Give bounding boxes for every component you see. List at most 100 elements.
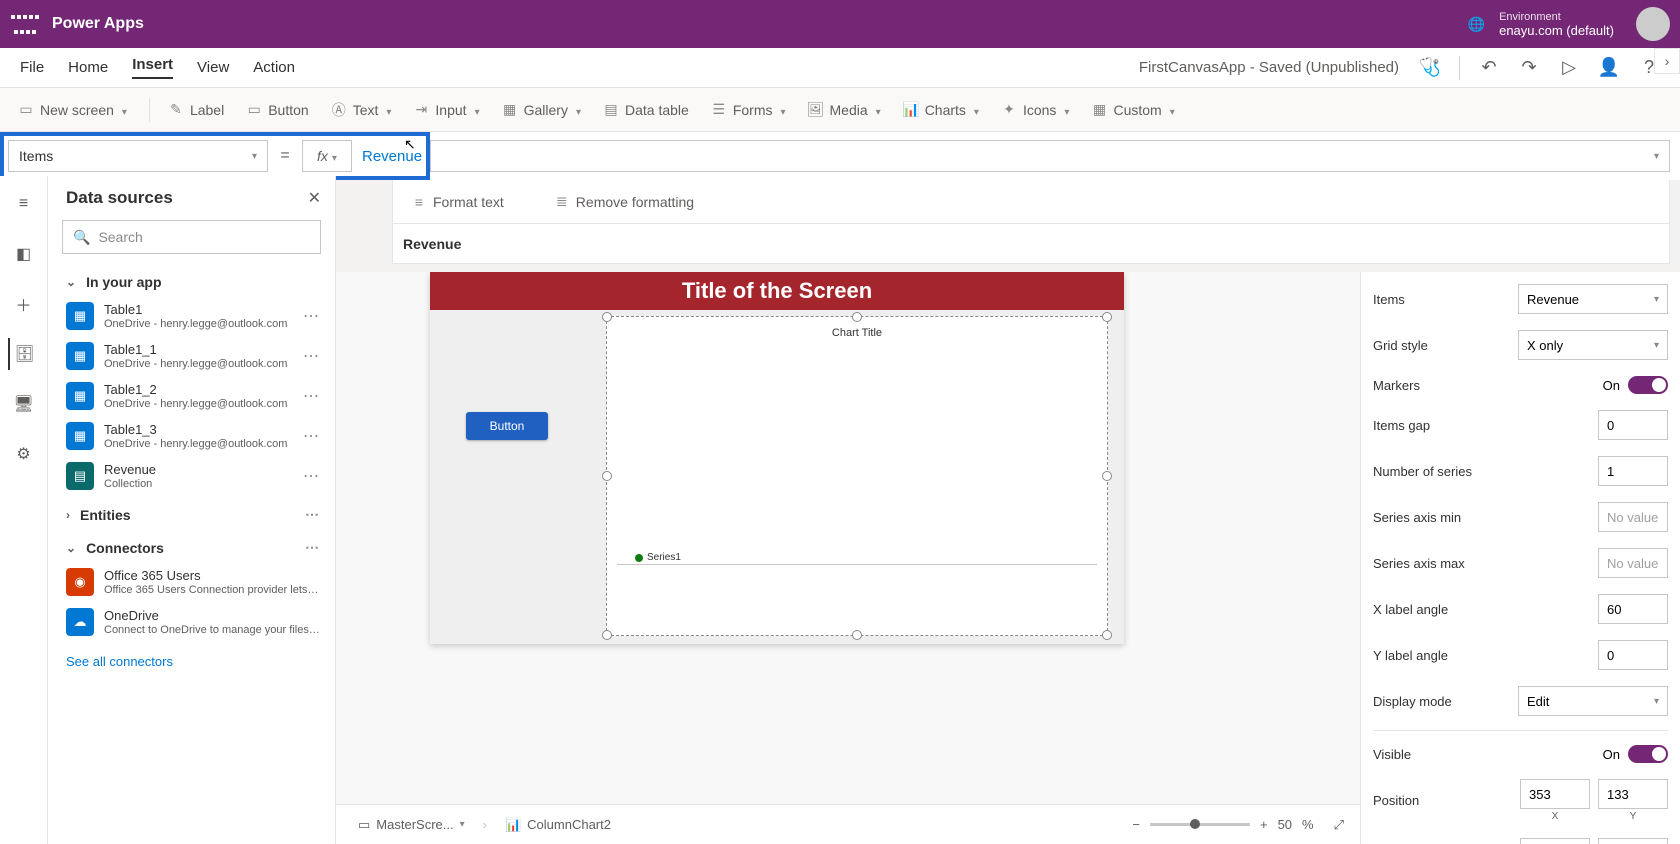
prop-grid-style[interactable]: X only▾ [1518,330,1668,360]
canvas-area[interactable]: Title of the Screen Button Chart Title S… [336,272,1360,804]
menu-view[interactable]: View [197,59,229,76]
app-checker-icon[interactable]: 🩺 [1419,57,1441,79]
prop-axis-min[interactable]: No value [1598,502,1668,532]
column-chart-control[interactable]: Chart Title Series1 [606,316,1108,636]
prop-y-angle[interactable]: 0 [1598,640,1668,670]
redo-icon[interactable]: ↷ [1518,57,1540,79]
tool-new-screen[interactable]: ▭New screen [18,102,127,118]
data-source-item[interactable]: ▤ RevenueCollection ⋯ [48,456,335,496]
play-icon[interactable]: ▷ [1558,57,1580,79]
tool-datatable[interactable]: ▤Data table [603,102,689,118]
design-screen[interactable]: Title of the Screen Button Chart Title S… [430,272,1124,644]
more-icon[interactable]: ⋯ [303,466,321,486]
more-icon[interactable]: ⋯ [303,306,321,326]
tool-gallery[interactable]: ▦Gallery [502,102,581,118]
formula-toolbar: ≡Format text ≣Remove formatting [392,180,1670,224]
prop-size-h[interactable]: 612 [1598,838,1668,844]
prop-items-value[interactable]: Revenue▾ [1518,284,1668,314]
tool-custom[interactable]: ▦Custom [1091,102,1174,118]
app-launcher-icon[interactable] [10,9,40,39]
data-source-item[interactable]: ▦ Table1_2OneDrive - henry.legge@outlook… [48,376,335,416]
prop-visible-toggle[interactable]: On [1603,745,1668,763]
more-icon[interactable]: ⋯ [305,506,321,523]
more-icon[interactable]: ⋯ [305,539,321,556]
tool-text[interactable]: ⒶText [331,102,392,118]
prop-size-w[interactable]: 976 [1520,838,1590,844]
close-icon[interactable]: ✕ [308,188,321,208]
remove-format-icon: ≣ [554,194,570,210]
resize-handle[interactable] [602,471,612,481]
more-icon[interactable]: ⋯ [303,426,321,446]
property-selector[interactable]: Items ▾ [8,140,268,172]
user-avatar[interactable] [1636,7,1670,41]
resize-handle[interactable] [1102,630,1112,640]
prop-num-series[interactable]: 1 [1598,456,1668,486]
connector-item[interactable]: ☁ OneDriveConnect to OneDrive to manage … [48,602,335,642]
screen-title-bar: Title of the Screen [430,272,1124,310]
prop-axis-max[interactable]: No value [1598,548,1668,578]
canvas-button-control[interactable]: Button [466,412,548,440]
prop-markers-toggle[interactable]: On [1603,376,1668,394]
resize-handle[interactable] [852,630,862,640]
more-icon[interactable]: ⋯ [303,346,321,366]
tool-input[interactable]: ⇥Input [413,102,479,118]
menu-action[interactable]: Action [253,59,295,76]
fx-button[interactable]: fx [302,140,352,172]
rail-add-icon[interactable]: ＋ [8,288,40,320]
fit-screen-icon[interactable]: ⤢ [1334,817,1344,833]
resize-handle[interactable] [852,312,862,322]
tool-media[interactable]: 🖼Media [808,102,881,118]
formula-expand-button[interactable]: › [1654,48,1680,74]
connector-item[interactable]: ◉ Office 365 UsersOffice 365 Users Conne… [48,562,335,602]
data-source-item[interactable]: ▦ Table1_1OneDrive - henry.legge@outlook… [48,336,335,376]
prop-x-angle[interactable]: 60 [1598,594,1668,624]
resize-handle[interactable] [1102,312,1112,322]
menu-bar: File Home Insert View Action FirstCanvas… [0,48,1680,88]
data-source-item[interactable]: ▦ Table1_3OneDrive - henry.legge@outlook… [48,416,335,456]
share-icon[interactable]: 👤 [1598,57,1620,79]
formula-input[interactable]: ▾ [430,140,1670,172]
see-all-connectors-link[interactable]: See all connectors [48,642,335,681]
zoom-in-button[interactable]: + [1260,817,1268,832]
tool-icons[interactable]: ✦Icons [1001,102,1070,118]
prop-items-gap[interactable]: 0 [1598,410,1668,440]
menu-home[interactable]: Home [68,59,108,76]
zoom-out-button[interactable]: − [1132,817,1140,832]
group-connectors[interactable]: ⌄ Connectors ⋯ [48,529,335,562]
remove-formatting-button[interactable]: ≣Remove formatting [554,194,694,210]
prop-pos-x[interactable]: 353 [1520,779,1590,809]
datasource-icon: ▦ [66,382,94,410]
rail-settings-icon[interactable]: ⚙ [8,438,40,470]
button-icon: ▭ [246,102,262,118]
rail-tree-icon[interactable]: ≡ [8,188,40,220]
prop-display-mode[interactable]: Edit▾ [1518,686,1668,716]
resize-handle[interactable] [1102,471,1112,481]
tool-charts[interactable]: 📊Charts [903,102,979,118]
group-entities[interactable]: › Entities ⋯ [48,496,335,529]
undo-icon[interactable]: ↶ [1478,57,1500,79]
resize-handle[interactable] [602,630,612,640]
tool-label[interactable]: ✎Label [168,102,224,118]
environment-selector[interactable]: Environment enayu.com (default) [1499,10,1614,38]
datasource-icon: ▦ [66,422,94,450]
data-source-item[interactable]: ▦ Table1OneDrive - henry.legge@outlook.c… [48,296,335,336]
group-in-your-app[interactable]: ⌄ In your app [48,264,335,296]
tool-button[interactable]: ▭Button [246,102,308,118]
resize-handle[interactable] [602,312,612,322]
rail-media-icon[interactable]: 🖥 [8,388,40,420]
breadcrumb-screen[interactable]: ▭MasterScre...▾ [352,815,471,835]
rail-data-icon[interactable]: 🗄 [8,338,40,370]
breadcrumb-control[interactable]: 📊ColumnChart2 [499,815,617,835]
search-input[interactable]: 🔍 Search [62,220,321,254]
menu-insert[interactable]: Insert [132,56,173,79]
menu-file[interactable]: File [20,59,44,76]
prop-pos-y[interactable]: 133 [1598,779,1668,809]
rail-layers-icon[interactable]: ◧ [8,238,40,270]
format-text-button[interactable]: ≡Format text [411,194,504,210]
properties-panel: Items Revenue▾ Grid style X only▾ Marker… [1360,272,1680,844]
environment-icon: 🌐 [1468,16,1485,33]
formula-suggestion[interactable]: Revenue [392,224,1670,264]
tool-forms[interactable]: ☰Forms [711,102,786,118]
zoom-slider[interactable] [1150,823,1250,826]
more-icon[interactable]: ⋯ [303,386,321,406]
